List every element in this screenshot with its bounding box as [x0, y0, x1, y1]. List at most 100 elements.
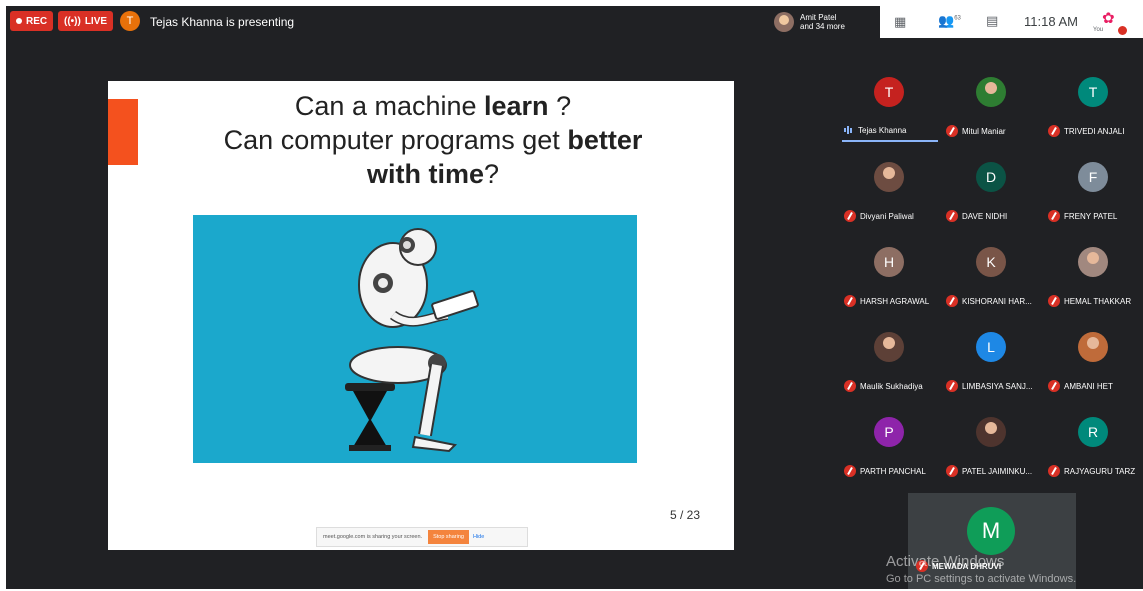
participant-name-row: Mitul Maniar: [946, 125, 1006, 137]
participant-name-row: HARSH AGRAWAL: [844, 295, 929, 307]
avatar: [976, 77, 1006, 107]
mic-off-icon: [946, 210, 958, 222]
screen-share-bar: meet.google.com is sharing your screen. …: [316, 527, 528, 547]
participant-name: TRIVEDI ANJALI: [1064, 126, 1125, 136]
mic-off-icon: [946, 295, 958, 307]
mic-off-icon: [946, 125, 958, 137]
participant-name-row: HEMAL THAKKAR: [1048, 295, 1131, 307]
presentation-slide: Can a machine learn ? Can computer progr…: [108, 81, 734, 550]
title-line-2: Can computer programs get better: [148, 123, 718, 157]
participant-name-row: KISHORANI HAR...: [946, 295, 1032, 307]
participant-tile[interactable]: F FRENY PATEL: [1042, 146, 1143, 231]
participant-name: DAVE NIDHI: [962, 211, 1008, 221]
avatar: H: [874, 247, 904, 277]
rec-badge: REC: [10, 11, 54, 31]
participant-name: RAJYAGURU TARZ: [1064, 466, 1136, 476]
avatar: [874, 332, 904, 362]
people-icon[interactable]: 👥63: [938, 13, 961, 29]
mic-off-icon: [844, 465, 856, 477]
mic-off-icon: [1048, 465, 1060, 477]
speaking-icon: [844, 125, 854, 135]
participant-name-row: Tejas Khanna: [844, 125, 906, 135]
robot-icon: [345, 228, 479, 453]
layout-grid-icon[interactable]: ▦: [894, 14, 906, 30]
participant-name: LIMBASIYA SANJ...: [962, 381, 1033, 391]
participant-tile[interactable]: Divyani Paliwal: [838, 146, 940, 231]
participant-name-row: Divyani Paliwal: [844, 210, 914, 222]
title-emphasis: better: [567, 125, 643, 155]
participant-tile[interactable]: T Tejas Khanna: [838, 61, 940, 146]
live-broadcast-icon: ((•)): [64, 15, 81, 27]
stop-sharing-button[interactable]: Stop sharing: [428, 530, 469, 544]
participant-name: AMBANI HET: [1064, 381, 1113, 391]
participant-tile[interactable]: K KISHORANI HAR...: [940, 231, 1042, 316]
title-emphasis: with time: [366, 159, 484, 189]
participant-tile[interactable]: D DAVE NIDHI: [940, 146, 1042, 231]
mic-off-icon: [1048, 380, 1060, 392]
mic-off-icon: [844, 380, 856, 392]
self-view[interactable]: ✿ You: [1092, 9, 1132, 35]
participant-name: Tejas Khanna: [858, 125, 907, 135]
title-text: ?: [548, 91, 572, 121]
live-label: LIVE: [84, 15, 108, 27]
share-status-text: meet.google.com is sharing your screen.: [323, 534, 423, 540]
participant-name-row: AMBANI HET: [1048, 380, 1113, 392]
title-line-3: with time?: [148, 157, 718, 191]
participant-name: PARTH PANCHAL: [860, 466, 926, 476]
participant-name-row: RAJYAGURU TARZ: [1048, 465, 1135, 477]
presenter-avatar: T: [120, 11, 140, 31]
participant-tile[interactable]: T TRIVEDI ANJALI: [1042, 61, 1143, 146]
chat-icon[interactable]: ▤: [986, 13, 998, 29]
participant-name: PATEL JAIMINKU...: [962, 466, 1033, 476]
participant-name-row: PARTH PANCHAL: [844, 465, 926, 477]
participant-tile[interactable]: H HARSH AGRAWAL: [838, 231, 940, 316]
robot-reading-illustration: [193, 215, 637, 463]
mic-off-icon: [1048, 125, 1060, 137]
avatar: R: [1078, 417, 1108, 447]
participant-tile[interactable]: P PARTH PANCHAL: [838, 401, 940, 486]
flower-icon: ✿: [1102, 10, 1115, 27]
participants-summary-text: Amit Patel and 34 more: [800, 13, 845, 31]
mic-off-icon: [844, 295, 856, 307]
participant-tile[interactable]: Maulik Sukhadiya: [838, 316, 940, 401]
participant-tile[interactable]: AMBANI HET: [1042, 316, 1143, 401]
mic-off-icon: [946, 380, 958, 392]
avatar: T: [874, 77, 904, 107]
participant-name-row: Maulik Sukhadiya: [844, 380, 923, 392]
you-label: You: [1093, 27, 1104, 33]
participant-tile[interactable]: Mitul Maniar: [940, 61, 1042, 146]
title-line-1: Can a machine learn ?: [148, 89, 718, 123]
participants-grid: T Tejas Khanna Mitul Maniar T TRIVEDI ANJALI…: [838, 61, 1143, 491]
participant-tile[interactable]: HEMAL THAKKAR: [1042, 231, 1143, 316]
avatar: L: [976, 332, 1006, 362]
title-text: Can a machine: [294, 91, 485, 121]
participant-name-row: TRIVEDI ANJALI: [1048, 125, 1124, 137]
participant-tile[interactable]: L LIMBASIYA SANJ...: [940, 316, 1042, 401]
top-bar: REC ((•)) LIVE T Tejas Khanna is present…: [6, 6, 1143, 38]
participant-name: Mitul Maniar: [962, 126, 1006, 136]
clock: 11:18 AM: [1024, 14, 1078, 29]
participant-name: Maulik Sukhadiya: [860, 381, 923, 391]
avatar: K: [976, 247, 1006, 277]
participants-summary[interactable]: Amit Patel and 34 more: [774, 8, 845, 36]
watermark-subtitle: Go to PC settings to activate Windows.: [886, 573, 1077, 585]
participant-name: Divyani Paliwal: [860, 211, 914, 221]
mic-off-icon: [1048, 295, 1060, 307]
participant-name-row: PATEL JAIMINKU...: [946, 465, 1032, 477]
participant-name: HEMAL THAKKAR: [1064, 296, 1132, 306]
participant-tile[interactable]: PATEL JAIMINKU...: [940, 401, 1042, 486]
summary-line-1: Amit Patel: [800, 13, 837, 22]
slide-page-number: 5 / 23: [670, 508, 701, 522]
participant-tile[interactable]: R RAJYAGURU TARZ: [1042, 401, 1143, 486]
avatar: [976, 417, 1006, 447]
mic-off-icon: [844, 210, 856, 222]
hide-button[interactable]: Hide: [473, 534, 484, 540]
participant-name-row: FRENY PATEL: [1048, 210, 1117, 222]
title-text: ?: [483, 159, 500, 189]
rec-label: REC: [26, 15, 48, 27]
participant-avatar: [774, 12, 794, 32]
activate-windows-watermark: Activate Windows Go to PC settings to ac…: [886, 553, 1076, 585]
avatar: D: [976, 162, 1006, 192]
watermark-title: Activate Windows: [886, 553, 1005, 570]
avatar: [1078, 247, 1108, 277]
